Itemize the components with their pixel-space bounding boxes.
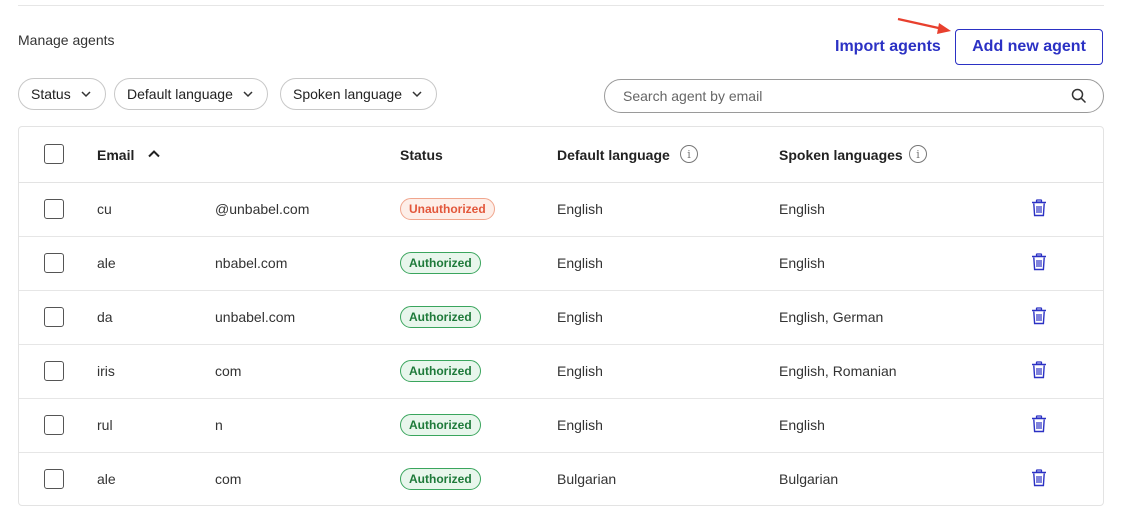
email-cell-end: n [215, 417, 223, 433]
status-badge: Authorized [400, 360, 481, 382]
status-badge: Authorized [400, 306, 481, 328]
search-box [604, 79, 1104, 113]
email-cell-end: com [215, 471, 242, 487]
row-checkbox[interactable] [44, 253, 64, 273]
default-language-cell: English [557, 309, 603, 325]
spoken-language-filter-label: Spoken language [293, 86, 402, 102]
import-agents-link[interactable]: Import agents [835, 38, 941, 56]
chevron-down-icon [81, 91, 91, 98]
select-all-checkbox[interactable] [44, 144, 64, 164]
default-language-cell: English [557, 363, 603, 379]
table-row: da unbabel.com Authorized English English, G… [19, 290, 1103, 345]
spoken-languages-cell: English, Romanian [779, 363, 897, 379]
email-cell-start: ale [97, 255, 116, 271]
trash-icon[interactable] [1031, 361, 1047, 379]
default-language-cell: Bulgarian [557, 471, 617, 487]
spoken-language-filter[interactable]: Spoken language [280, 78, 437, 110]
chevron-down-icon [243, 91, 253, 98]
spoken-languages-cell: English [779, 201, 825, 217]
trash-icon[interactable] [1031, 415, 1047, 433]
email-cell-end: unbabel.com [215, 309, 296, 325]
status-badge: Authorized [400, 252, 481, 274]
default-language-cell: English [557, 417, 603, 433]
default-language-filter[interactable]: Default language [114, 78, 268, 110]
trash-icon[interactable] [1031, 469, 1047, 487]
info-icon[interactable]: i [680, 145, 698, 163]
status-badge: Authorized [400, 468, 481, 490]
spoken-languages-cell: English [779, 255, 825, 271]
email-cell-end: com [215, 363, 242, 379]
chevron-up-icon[interactable] [147, 147, 161, 161]
email-column-header[interactable]: Email [97, 147, 134, 163]
search-icon[interactable] [1071, 88, 1087, 104]
table-row: cu @unbabel.com Unauthorized English English [19, 182, 1103, 237]
email-cell-start: ale [97, 471, 116, 487]
default-language-filter-label: Default language [127, 86, 233, 102]
email-cell-end: @unbabel.com [215, 201, 310, 217]
table-row: ale nbabel.com Authorized English English [19, 236, 1103, 291]
status-badge: Unauthorized [400, 198, 495, 220]
add-new-agent-button[interactable]: Add new agent [955, 29, 1103, 65]
table-row: iris com Authorized English English, Romania… [19, 344, 1103, 399]
status-badge: Authorized [400, 414, 481, 436]
status-filter-label: Status [31, 86, 71, 102]
table-row: rul n Authorized English English [19, 398, 1103, 453]
spoken-languages-cell: English [779, 417, 825, 433]
table-row: ale com Authorized Bulgarian Bulgarian [19, 452, 1103, 506]
status-filter[interactable]: Status [18, 78, 106, 110]
row-checkbox[interactable] [44, 469, 64, 489]
status-column-header: Status [400, 147, 443, 163]
trash-icon[interactable] [1031, 199, 1047, 217]
annotation-arrow [897, 17, 951, 34]
row-checkbox[interactable] [44, 199, 64, 219]
row-checkbox[interactable] [44, 361, 64, 381]
spoken-languages-cell: Bulgarian [779, 471, 839, 487]
info-icon[interactable]: i [909, 145, 927, 163]
email-cell-end: nbabel.com [215, 255, 288, 271]
top-divider [18, 5, 1104, 6]
agents-table: Email Status Default language i Spoken l… [18, 126, 1104, 506]
row-checkbox[interactable] [44, 307, 64, 327]
table-header: Email Status Default language i Spoken l… [19, 127, 1103, 183]
spoken-languages-column-header: Spoken languages [779, 147, 903, 163]
trash-icon[interactable] [1031, 307, 1047, 325]
default-language-cell: English [557, 255, 603, 271]
email-cell-start: iris [97, 363, 115, 379]
search-input[interactable] [621, 87, 1071, 105]
email-cell-start: cu [97, 201, 112, 217]
default-language-cell: English [557, 201, 603, 217]
page-title: Manage agents [18, 32, 115, 48]
spoken-languages-cell: English, German [779, 309, 884, 325]
email-cell-start: da [97, 309, 113, 325]
default-language-column-header: Default language [557, 147, 670, 163]
chevron-down-icon [412, 91, 422, 98]
email-cell-start: rul [97, 417, 113, 433]
trash-icon[interactable] [1031, 253, 1047, 271]
row-checkbox[interactable] [44, 415, 64, 435]
